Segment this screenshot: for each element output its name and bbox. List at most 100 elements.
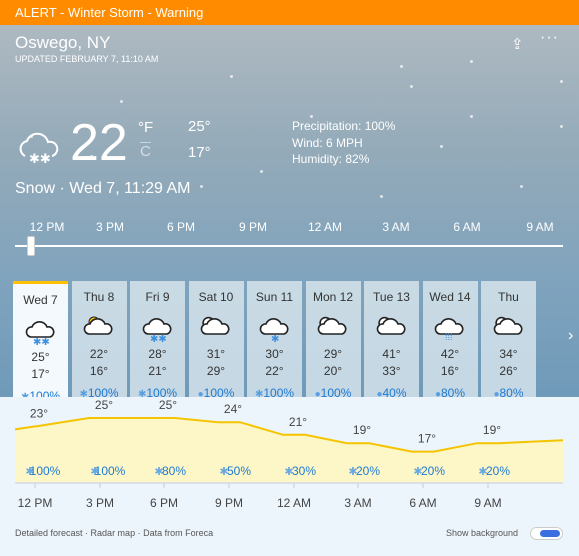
day-high: 25° bbox=[31, 350, 50, 364]
day-card[interactable]: Thu 34° 26° ●80% bbox=[481, 281, 536, 397]
day-precip: 100% bbox=[203, 386, 235, 397]
day-precip: 100% bbox=[146, 386, 178, 397]
day-high: 28° bbox=[148, 347, 167, 361]
timeline-hour-label[interactable]: 3 PM bbox=[96, 220, 124, 234]
day-label: Tue 13 bbox=[373, 290, 410, 304]
temperature-label: 24° bbox=[224, 402, 242, 416]
snowflake-decoration bbox=[120, 100, 123, 103]
timeline-hour-label[interactable]: 12 AM bbox=[308, 220, 342, 234]
day-card[interactable]: Thu 8 22° 16° ✱100% bbox=[71, 281, 127, 397]
day-card[interactable]: Fri 9 ✱✱ 28° 21° ✱100% bbox=[130, 281, 185, 397]
detailed-forecast-link[interactable]: Detailed forecast bbox=[15, 528, 83, 538]
alert-banner[interactable]: ALERT - Winter Storm - Warning bbox=[0, 0, 579, 25]
day-card[interactable]: Tue 13 41° 33° ●40% bbox=[364, 281, 419, 397]
weather-details: Precipitation: 100% Wind: 6 MPH Humidity… bbox=[292, 118, 395, 168]
day-label: Sat 10 bbox=[198, 290, 234, 304]
snowflake-decoration bbox=[560, 80, 563, 83]
day-low: 17° bbox=[31, 367, 50, 381]
location-title: Oswego, NY bbox=[15, 33, 111, 52]
day-precip: 80% bbox=[499, 386, 524, 397]
snowflake-decoration bbox=[520, 185, 523, 188]
day-precip: 100% bbox=[29, 389, 61, 397]
snowflake-decoration bbox=[400, 65, 403, 68]
timeline-hour-label[interactable]: 6 AM bbox=[453, 220, 480, 234]
timeline-hour-label[interactable]: 3 AM bbox=[382, 220, 409, 234]
precip-label: 20% bbox=[356, 464, 380, 478]
snow-icon: ✱✱ bbox=[13, 313, 68, 349]
condition-text: Snow · Wed 7, 11:29 AM bbox=[15, 180, 191, 197]
humidity: Humidity: 82% bbox=[292, 152, 370, 166]
day-high: 22° bbox=[89, 347, 109, 361]
time-tick-label: 12 AM bbox=[277, 496, 311, 507]
snowflake-decoration bbox=[230, 75, 233, 78]
snowflake-decoration bbox=[260, 170, 263, 173]
unit-fahrenheit[interactable]: °F bbox=[138, 119, 153, 136]
precip-label: 100% bbox=[95, 464, 126, 478]
timeline-hour-label[interactable]: 9 PM bbox=[239, 220, 267, 234]
day-low: 16° bbox=[440, 364, 460, 378]
precip-label: 20% bbox=[486, 464, 510, 478]
more-options-icon[interactable]: ··· bbox=[540, 29, 559, 47]
cloudy-icon bbox=[189, 310, 244, 346]
cloudy-icon bbox=[481, 310, 536, 346]
day-card[interactable]: Wed 14 ⁞⁞⁞ 42° 16° ●80% bbox=[422, 281, 478, 397]
day-low: 26° bbox=[499, 364, 518, 378]
radar-map-link[interactable]: Radar map bbox=[91, 528, 136, 538]
share-icon[interactable]: ⇪ bbox=[511, 35, 524, 53]
cloudy-icon bbox=[364, 310, 419, 346]
unit-celsius[interactable]: C bbox=[140, 142, 151, 160]
current-temperature: 22 bbox=[70, 114, 128, 172]
precip-label: 100% bbox=[30, 464, 61, 478]
precip-label: 30% bbox=[292, 464, 316, 478]
today-low: 17° bbox=[188, 144, 211, 161]
rain-icon: ⁞⁞⁞ bbox=[423, 310, 478, 346]
snowflake-decoration bbox=[380, 195, 383, 198]
timeline-hour-label[interactable]: 9 AM bbox=[526, 220, 553, 234]
precip-label: 80% bbox=[162, 464, 186, 478]
svg-text:✱✱: ✱✱ bbox=[150, 334, 167, 344]
svg-text:✱✱: ✱✱ bbox=[33, 337, 50, 347]
snowflake-decoration bbox=[560, 125, 563, 128]
day-label: Sun 11 bbox=[255, 290, 294, 304]
day-label: Thu bbox=[498, 290, 519, 304]
hourly-chart: 23°✱100%12 PM25°✱100%3 PM25°✱80%6 PM24°✱… bbox=[14, 398, 564, 507]
day-card[interactable]: Sun 11 ✱ 30° 22° ✱100% bbox=[247, 281, 302, 397]
wind: Wind: 6 MPH bbox=[292, 135, 363, 150]
timeline-hour-label[interactable]: 12 PM bbox=[30, 220, 65, 234]
day-precip: 80% bbox=[441, 386, 466, 397]
timeline-hour-label[interactable]: 6 PM bbox=[167, 220, 195, 234]
snowflake-decoration bbox=[470, 60, 473, 63]
time-slider-thumb[interactable] bbox=[27, 236, 35, 256]
show-background-toggle[interactable] bbox=[530, 527, 563, 540]
day-high: 30° bbox=[265, 347, 284, 361]
time-tick-label: 3 AM bbox=[344, 496, 371, 507]
day-card[interactable]: Sat 10 31° 29° ●100% bbox=[188, 281, 244, 397]
time-slider-track[interactable] bbox=[15, 245, 563, 247]
day-high: 31° bbox=[206, 347, 226, 361]
snowflake-decoration bbox=[200, 185, 203, 188]
snow-icon: ✱ bbox=[79, 389, 88, 397]
day-card[interactable]: Mon 12 29° 20° ●100% bbox=[305, 281, 361, 397]
temperature-label: 17° bbox=[418, 432, 436, 446]
cloud-snow-icon: ✱✱ bbox=[19, 132, 59, 166]
day-card[interactable]: Wed 7 ✱✱ 25° 17° ✱100% bbox=[13, 281, 68, 397]
svg-text:✱✱: ✱✱ bbox=[29, 152, 51, 166]
next-days-arrow[interactable]: › bbox=[568, 327, 573, 345]
day-low: 22° bbox=[265, 364, 284, 378]
show-background-label: Show background bbox=[446, 528, 519, 538]
temperature-label: 25° bbox=[159, 398, 177, 412]
temperature-label: 21° bbox=[289, 415, 307, 429]
snowflake-decoration bbox=[440, 145, 443, 148]
day-high: 41° bbox=[382, 347, 401, 361]
current-weather-panel: Oswego, NY UPDATED FEBRUARY 7, 11:10 AM … bbox=[0, 25, 579, 397]
time-tick-label: 9 PM bbox=[215, 496, 243, 507]
day-label: Wed 7 bbox=[23, 293, 58, 307]
temperature-label: 19° bbox=[353, 423, 371, 437]
updated-time: UPDATED FEBRUARY 7, 11:10 AM bbox=[15, 54, 159, 64]
snowflake-decoration bbox=[470, 115, 473, 118]
day-precip: 100% bbox=[320, 386, 352, 397]
data-source-link[interactable]: Data from Foreca bbox=[143, 528, 213, 538]
day-high: 42° bbox=[440, 347, 460, 361]
time-tick-label: 3 PM bbox=[86, 496, 114, 507]
day-low: 21° bbox=[148, 364, 167, 378]
